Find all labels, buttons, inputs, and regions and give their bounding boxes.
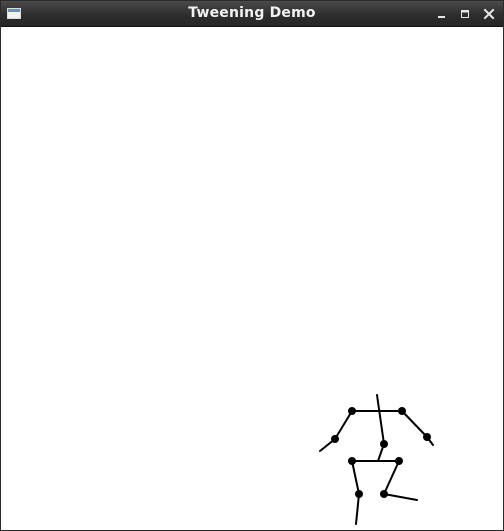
- torso-bone: [376, 394, 385, 445]
- close-icon: [483, 8, 495, 20]
- animation-canvas[interactable]: [1, 27, 503, 530]
- minimize-button[interactable]: [434, 6, 450, 22]
- right-knee-joint: [380, 490, 388, 498]
- waist-joint: [380, 440, 388, 448]
- app-window: Tweening Demo: [0, 0, 504, 531]
- right-elbow-joint: [423, 433, 431, 441]
- maximize-button[interactable]: [457, 6, 473, 22]
- right-shoulder-joint: [398, 407, 406, 415]
- figure-bones: [319, 394, 434, 525]
- minimize-icon: [438, 16, 445, 18]
- title-bar[interactable]: Tweening Demo: [1, 1, 503, 27]
- left-thigh-bone: [351, 460, 360, 495]
- left-knee-joint: [355, 490, 363, 498]
- right-upper-arm-bone: [401, 410, 428, 438]
- right-shin-bone: [383, 493, 418, 501]
- maximize-icon: [461, 10, 469, 18]
- close-button[interactable]: [481, 6, 497, 22]
- left-upper-arm-bone: [334, 410, 353, 440]
- left-elbow-joint: [331, 435, 339, 443]
- stick-figure: [319, 394, 434, 525]
- left-hip-joint: [348, 457, 356, 465]
- left-shin-bone: [355, 493, 360, 525]
- right-thigh-bone: [383, 460, 400, 495]
- right-hip-joint: [395, 457, 403, 465]
- window-title: Tweening Demo: [188, 5, 316, 21]
- left-shoulder-joint: [348, 407, 356, 415]
